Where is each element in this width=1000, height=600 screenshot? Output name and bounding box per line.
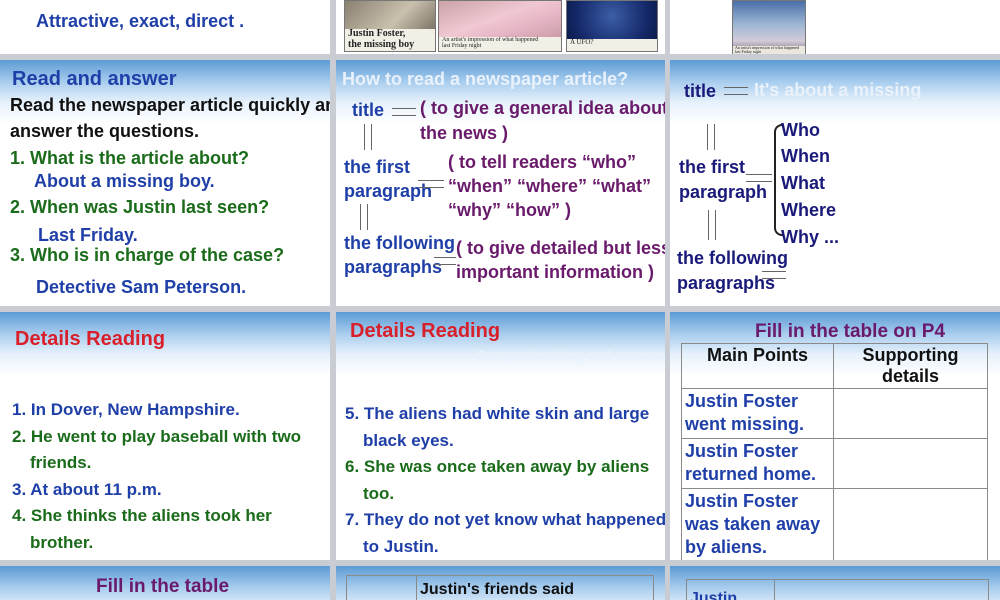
following-paragraphs-label: paragraphs — [344, 257, 443, 277]
detail-answer-5: 5. The aliens had white skin and large — [345, 404, 650, 423]
following-paragraphs-label: paragraphs — [677, 273, 776, 293]
main-point-cell: Justin Foster returned home. — [681, 437, 834, 489]
instruction-line: answer the questions. — [10, 121, 200, 141]
detail-answer-4: brother. — [30, 533, 94, 552]
slide-details-reading-1: Details Reading 1. In Dover, New Hampshi… — [0, 312, 330, 560]
slide-title: Details Reading — [350, 320, 501, 342]
wh-question-why: Why ... — [781, 227, 839, 247]
table-header: Justin's friends said — [420, 581, 575, 598]
supporting-details-cell[interactable] — [833, 388, 988, 439]
table-row: Justin Foster went missing. — [681, 388, 988, 439]
first-paragraph-label: the first — [679, 157, 746, 177]
double-arrow — [724, 87, 748, 95]
double-arrow — [762, 271, 786, 279]
double-arrow — [707, 124, 715, 150]
title-example: It's about a missing — [754, 80, 922, 100]
slide-structure: title It's about a missing the first par… — [670, 60, 1000, 306]
photo-caption: Justin Foster, the missing boy — [345, 28, 435, 51]
first-paragraph-label: paragraph — [679, 182, 768, 202]
following-paragraphs-label: the following — [344, 233, 455, 253]
slide-impression: An artist's impression of what happened … — [670, 0, 1000, 54]
following-paragraphs-description: important information ) — [456, 262, 654, 282]
double-arrow — [392, 108, 416, 116]
slide-read-and-answer: Read and answer Read the newspaper artic… — [0, 60, 330, 306]
wh-question-where: Where — [781, 200, 837, 220]
question-3: 3. Who is in charge of the case? — [10, 245, 285, 265]
detail-answer-2: 2. He went to play baseball with two — [12, 427, 302, 446]
first-paragraph-label: the first — [344, 157, 411, 177]
double-arrow — [360, 204, 368, 230]
following-paragraphs-label: the following — [677, 248, 788, 268]
table-cell: Justin — [690, 590, 738, 600]
slide-fill-table: Fill in the table — [0, 566, 330, 600]
photo-caption: A UFO? — [567, 38, 657, 51]
main-point-cell: Justin Foster went missing. — [681, 388, 834, 439]
answer-1: About a missing boy. — [34, 171, 215, 191]
table-divider — [416, 575, 417, 600]
column-header: Supporting details — [833, 343, 988, 389]
instruction-line: Read the newspaper article quickly and — [10, 95, 330, 115]
slide-how-to-read: How to read a newspaper article? title (… — [336, 60, 665, 306]
question-2: 2. When was Justin last seen? — [10, 197, 270, 217]
detail-answer-1: 1. In Dover, New Hampshire. — [12, 400, 240, 419]
slide-intro-left: Attractive, exact, direct . — [0, 0, 330, 54]
question-1: 1. What is the article about? — [10, 148, 250, 168]
table-row: Justin Foster returned home. — [681, 437, 988, 489]
detail-answer-6: 6. She was once taken away by aliens — [345, 457, 650, 476]
answer-3: Detective Sam Peterson. — [36, 277, 247, 297]
detail-answer-5: black eyes. — [363, 431, 454, 450]
slide-title: Fill in the table — [96, 576, 230, 597]
slide-title: Read and answer — [12, 68, 177, 90]
supporting-details-cell[interactable] — [833, 487, 988, 560]
column-header: Main Points — [681, 343, 834, 389]
table-row: Justin Foster was taken away by aliens. — [681, 487, 988, 560]
detail-answer-6: too. — [363, 484, 395, 503]
title-label: title — [684, 81, 717, 101]
slide-justin-table: Justin — [670, 566, 1000, 600]
table-header-row: Main Points Supporting details — [681, 343, 988, 389]
slide-title: Details Reading — [15, 328, 166, 350]
artist-impression-photo: An artist's impression of what happened … — [732, 0, 806, 54]
photo-caption: An artist's impression of what happened … — [439, 37, 561, 51]
first-paragraph-description: “why” “how” ) — [448, 200, 571, 220]
slide-fill-table-p4: Fill in the table on P4 Main Points Supp… — [670, 312, 1000, 560]
first-paragraph-description: ( to tell readers “who” — [448, 152, 637, 172]
double-arrow — [708, 210, 716, 240]
double-arrow — [364, 124, 372, 150]
photo-caption: An artist's impression of what happened … — [733, 45, 805, 54]
slide-article-photos: Justin Foster, the missing boy An artist… — [336, 0, 665, 54]
wh-question-when: When — [781, 146, 830, 166]
table-divider — [774, 579, 775, 600]
wh-question-what: What — [781, 173, 825, 193]
answer-2: Last Friday. — [38, 225, 138, 245]
detail-answer-3: 3. At about 11 p.m. — [12, 480, 162, 499]
detail-answer-4: 4. She thinks the aliens took her — [12, 506, 272, 525]
title-description: the news ) — [420, 123, 509, 143]
following-paragraphs-description: ( to give detailed but less — [456, 238, 665, 258]
detail-answer-2: friends. — [30, 453, 92, 472]
title-description: ( to give a general idea about — [420, 98, 665, 118]
double-arrow — [434, 257, 456, 265]
main-points-table: Main Points Supporting details Justin Fo… — [681, 343, 988, 560]
slide-details-reading-2: Details Reading Comprehending and answer… — [336, 312, 665, 560]
artist-impression-photo: An artist's impression of what happened … — [438, 0, 562, 52]
missing-boy-photo: Justin Foster, the missing boy — [344, 0, 436, 52]
slide-friends-said: Justin's friends said — [336, 566, 665, 600]
features-text: Attractive, exact, direct . — [36, 11, 245, 31]
main-point-cell: Justin Foster was taken away by aliens. — [681, 487, 834, 560]
double-arrow — [746, 174, 772, 182]
title-label: title — [352, 100, 385, 120]
slide-subtitle: Comprehending and answering — [476, 347, 665, 363]
supporting-details-cell[interactable] — [833, 437, 988, 489]
detail-answer-7: 7. They do not yet know what happened — [345, 510, 665, 529]
ufo-photo: A UFO? — [566, 0, 658, 52]
first-paragraph-description: “when” “where” “what” — [448, 176, 652, 196]
wh-question-who: Who — [781, 120, 820, 140]
slide-title: Fill in the table on P4 — [755, 321, 946, 342]
detail-answer-7: to Justin. — [363, 537, 439, 556]
slide-title: How to read a newspaper article? — [342, 69, 629, 89]
double-arrow — [418, 180, 444, 188]
